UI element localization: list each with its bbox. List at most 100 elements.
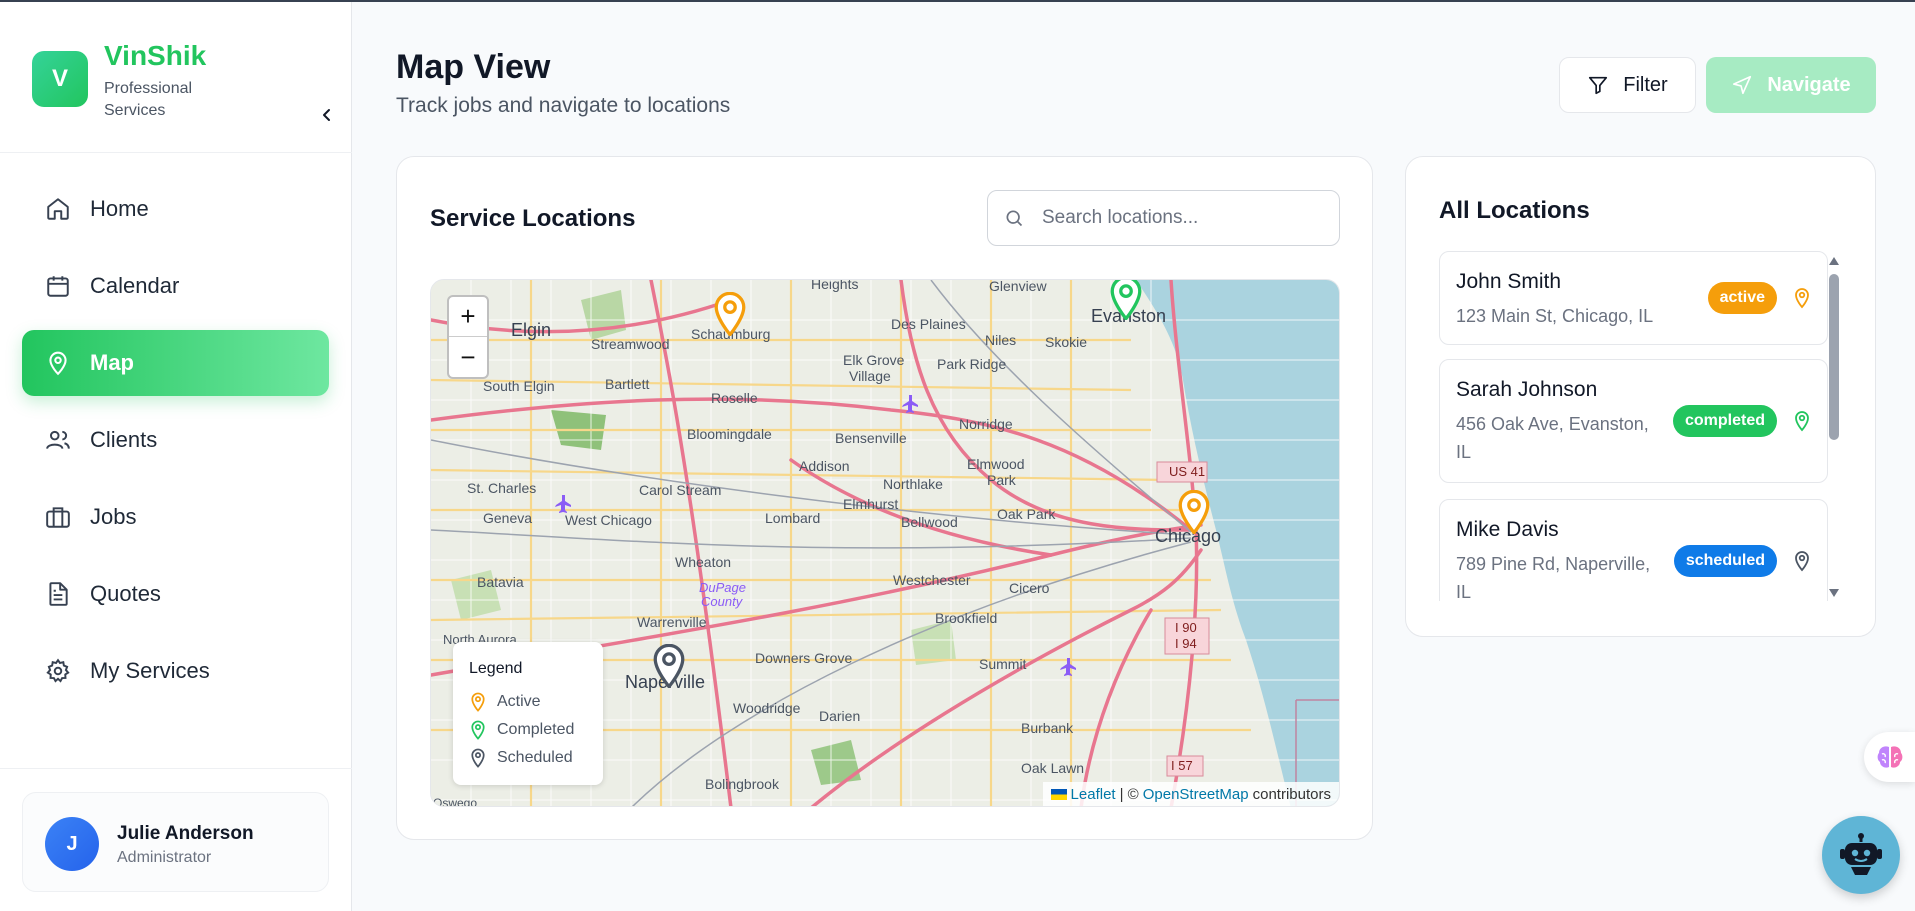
map-label: US 41	[1169, 464, 1206, 479]
search-box[interactable]	[987, 190, 1340, 246]
sidebar-item-label: Quotes	[90, 581, 161, 606]
sidebar-item-jobs[interactable]: Jobs	[22, 484, 329, 550]
openstreetmap-link[interactable]: OpenStreetMap	[1143, 786, 1249, 803]
zoom-in-button[interactable]: +	[449, 297, 487, 337]
brand-name: VinShik	[104, 40, 207, 71]
list-item[interactable]: John Smith 123 Main St, Chicago, IL acti…	[1439, 251, 1828, 345]
map-label: Niles	[985, 332, 1017, 348]
map-label: Carol Stream	[639, 482, 722, 498]
map-label: Norridge	[959, 416, 1013, 432]
map-pin-icon	[471, 748, 485, 768]
map-pin-icon[interactable]	[1793, 287, 1811, 309]
map-label: Des Plaines	[891, 316, 966, 332]
zoom-out-button[interactable]: −	[449, 337, 487, 377]
map-label: Summit	[979, 656, 1027, 672]
leaflet-link[interactable]: Leaflet	[1071, 786, 1116, 803]
map-label: Cicero	[1009, 580, 1050, 596]
sidebar-item-label: Jobs	[90, 504, 137, 529]
sidebar-nav: Home Calendar Map Clients Jobs Quotes My…	[22, 176, 329, 715]
locations-scrollbar[interactable]	[1826, 256, 1842, 602]
brand-subtitle: Professional Services	[104, 80, 193, 119]
map-marker-completed[interactable]	[1109, 279, 1143, 320]
brain-icon	[1877, 746, 1902, 768]
attribution-separator: | ©	[1119, 785, 1139, 803]
map-label: Lombard	[765, 510, 821, 526]
map-label: Park Ridge	[937, 356, 1007, 372]
card-title: Service Locations	[430, 205, 636, 232]
map-label: West Chicago	[565, 512, 652, 528]
sidebar-item-label: Calendar	[90, 273, 180, 298]
location-name: Mike Davis	[1456, 518, 1559, 541]
sidebar-item-quotes[interactable]: Quotes	[22, 561, 329, 627]
map-marker-active[interactable]	[713, 292, 747, 336]
scroll-up-icon[interactable]	[1828, 256, 1840, 266]
map-label: Elmwood	[967, 456, 1025, 472]
list-item[interactable]: Sarah Johnson 456 Oak Ave, Evanston, IL …	[1439, 359, 1828, 483]
map-label: DuPage	[699, 580, 746, 595]
status-badge: completed	[1672, 405, 1777, 437]
sidebar-item-my-services[interactable]: My Services	[22, 638, 329, 704]
users-icon	[44, 426, 72, 454]
user-role: Administrator	[117, 849, 212, 866]
map-label: Roselle	[711, 390, 758, 406]
status-badge: scheduled	[1673, 545, 1777, 577]
zoom-control: + −	[447, 295, 489, 379]
brand-logo[interactable]: V	[32, 51, 88, 107]
legend-item-active: Active	[469, 692, 541, 712]
map-view[interactable]: Heights Glenview Elgin Schaumburg Des Pl…	[430, 279, 1340, 807]
map-label: Elk Grove	[843, 352, 905, 368]
map-label: I 90	[1175, 620, 1197, 635]
sidebar-divider	[0, 152, 352, 153]
location-name: John Smith	[1456, 270, 1562, 293]
map-label: Brookfield	[935, 610, 998, 626]
map-label: Westchester	[893, 572, 971, 588]
scroll-down-icon[interactable]	[1828, 588, 1840, 598]
document-icon	[44, 580, 72, 608]
map-label: St. Charles	[467, 480, 537, 496]
sidebar-item-calendar[interactable]: Calendar	[22, 253, 329, 319]
legend-title: Legend	[469, 660, 523, 677]
location-address: 123 Main St, Chicago, IL	[1456, 306, 1654, 326]
sidebar-item-label: My Services	[90, 658, 210, 683]
sidebar-item-home[interactable]: Home	[22, 176, 329, 242]
map-label: Wheaton	[675, 554, 732, 570]
legend-item-scheduled: Scheduled	[469, 748, 573, 768]
map-label: Burbank	[1021, 720, 1074, 736]
map-label: County	[701, 594, 743, 609]
map-label: Woodridge	[733, 700, 801, 716]
map-label: Park	[987, 472, 1016, 488]
map-label: Elgin	[511, 320, 552, 340]
map-label: Elmhurst	[843, 496, 899, 512]
map-pin-icon[interactable]	[1793, 550, 1811, 572]
search-input[interactable]	[1042, 207, 1332, 229]
filter-button[interactable]: Filter	[1559, 57, 1696, 113]
map-label: Downers Grove	[755, 650, 853, 666]
scrollbar-thumb[interactable]	[1829, 274, 1839, 440]
sidebar-item-clients[interactable]: Clients	[22, 407, 329, 473]
navigate-button[interactable]: Navigate	[1706, 57, 1876, 113]
map-pin-icon	[471, 692, 485, 712]
sidebar-item-label: Home	[90, 196, 149, 221]
map-label: Geneva	[483, 510, 533, 526]
robot-icon	[1840, 833, 1882, 875]
list-item[interactable]: Mike Davis 789 Pine Rd, Naperville, IL s…	[1439, 499, 1828, 601]
map-pin-icon[interactable]	[1793, 410, 1811, 432]
user-profile-card[interactable]: J Julie Anderson Administrator	[22, 792, 329, 892]
collapse-sidebar-button[interactable]	[312, 100, 342, 130]
sidebar-item-map[interactable]: Map	[22, 330, 329, 396]
gear-icon	[44, 657, 72, 685]
map-label: Bloomingdale	[687, 426, 772, 442]
location-address: 456 Oak Ave, Evanston, IL	[1456, 414, 1649, 462]
navigation-arrow-icon	[1733, 75, 1752, 95]
map-marker-active[interactable]	[1177, 490, 1211, 534]
chatbot-button[interactable]	[1822, 816, 1900, 894]
filter-icon	[1589, 76, 1608, 95]
status-badge: active	[1707, 282, 1777, 314]
map-marker-scheduled[interactable]	[652, 644, 686, 688]
legend-label: Scheduled	[497, 749, 573, 766]
page-title: Map View	[396, 48, 551, 86]
briefcase-icon	[44, 503, 72, 531]
ai-assistant-tab[interactable]	[1864, 732, 1915, 782]
sidebar-divider	[0, 768, 352, 769]
calendar-icon	[44, 272, 72, 300]
